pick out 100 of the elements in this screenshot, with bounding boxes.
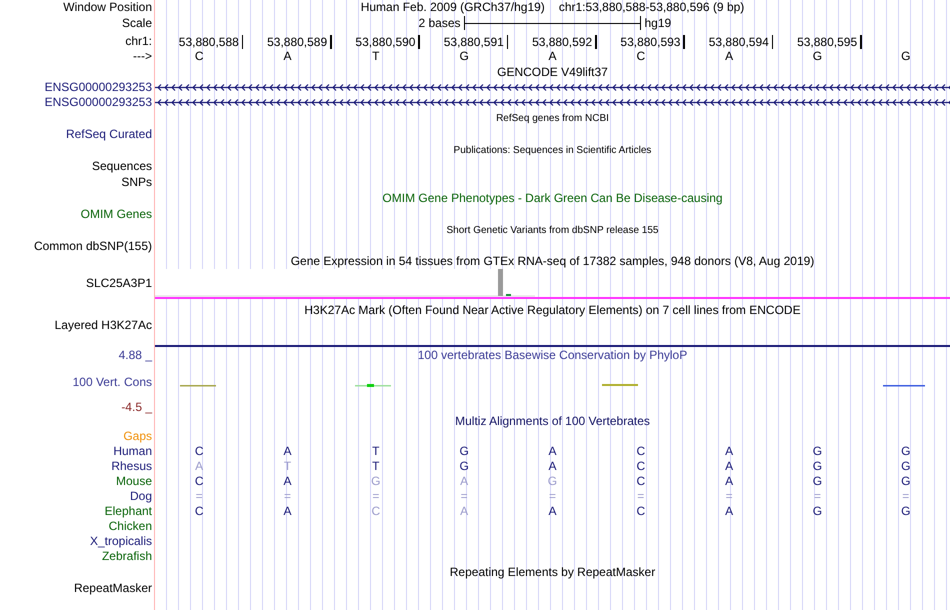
- ruler-tick: [242, 35, 244, 49]
- base-letter: =: [814, 489, 821, 504]
- base-letter: G: [812, 49, 822, 64]
- base-letter: A: [725, 474, 734, 489]
- base-letter: A: [283, 49, 292, 64]
- track-label[interactable]: RefSeq Curated: [66, 126, 152, 142]
- track-title: RefSeq genes from NCBI: [496, 112, 609, 124]
- base-letter: A: [548, 49, 556, 64]
- base-letter: G: [901, 474, 910, 489]
- track-label[interactable]: Human: [113, 444, 152, 459]
- track-label[interactable]: SLC25A3P1: [86, 276, 152, 290]
- base-letter: A: [725, 459, 734, 474]
- track-title: Short Genetic Variants from dbSNP release 155: [446, 224, 658, 236]
- track-label[interactable]: Layered H3K27Ac: [54, 318, 152, 333]
- base-letter: A: [725, 444, 734, 459]
- ruler-tick: [772, 35, 774, 49]
- ruler-tick: [506, 35, 508, 49]
- base-letter: T: [372, 459, 380, 474]
- row-label: Window Position: [63, 0, 152, 15]
- ruler-position: 53,880,595: [797, 36, 858, 49]
- base-letter: C: [371, 504, 380, 519]
- base-letter: A: [283, 444, 292, 459]
- track-label[interactable]: SNPs: [121, 174, 152, 190]
- ruler-position: 53,880,589: [267, 36, 328, 49]
- base-letter: G: [901, 49, 910, 64]
- base-letter: G: [459, 444, 469, 459]
- base-letter: A: [283, 504, 292, 519]
- track-label[interactable]: Elephant: [104, 504, 152, 519]
- base-letter: =: [726, 489, 733, 504]
- base-letter: C: [636, 444, 646, 459]
- base-letter: A: [460, 474, 468, 489]
- assembly-name: Human Feb. 2009 (GRCh37/hg19): [360, 0, 545, 15]
- base-letter: =: [637, 489, 644, 504]
- track-label[interactable]: ENSG00000293253: [44, 95, 152, 110]
- track-title: H3K27Ac Mark (Often Found Near Active Regulatory Elements) on 7 cell lines from ENCODE: [304, 303, 801, 318]
- base-letter: =: [196, 489, 203, 504]
- track-title: OMIM Gene Phenotypes - Dark Green Can Be Disease-causing: [382, 190, 723, 206]
- base-letter: A: [725, 49, 734, 64]
- base-letter: T: [372, 49, 380, 64]
- base-letter: G: [812, 459, 822, 474]
- base-letter: A: [548, 459, 556, 474]
- base-letter: G: [901, 444, 910, 459]
- base-letter: C: [636, 49, 646, 64]
- row-label: chr1:: [125, 34, 152, 49]
- track-label[interactable]: Common dbSNP(155): [34, 238, 152, 254]
- ruler-tick: [595, 35, 597, 49]
- base-letter: G: [548, 474, 558, 489]
- ruler-tick: [330, 35, 332, 49]
- ruler-position: 53,880,591: [444, 36, 504, 49]
- base-letter: G: [901, 459, 910, 474]
- base-letter: =: [460, 489, 468, 504]
- track-label[interactable]: RepeatMasker: [74, 580, 152, 596]
- base-letter: A: [283, 474, 292, 489]
- base-letter: C: [194, 49, 204, 64]
- base-letter: A: [548, 504, 556, 519]
- track-title: GENCODE V49lift37: [497, 64, 608, 80]
- ruler-position: 53,880,592: [532, 36, 592, 49]
- base-letter: A: [725, 504, 734, 519]
- track-label[interactable]: ENSG00000293253: [44, 80, 152, 95]
- track-label[interactable]: X_tropicalis: [90, 534, 152, 549]
- base-letter: G: [812, 444, 822, 459]
- base-letter: A: [548, 444, 556, 459]
- base-letter: G: [459, 49, 469, 64]
- track-label[interactable]: OMIM Genes: [80, 206, 152, 222]
- track-label[interactable]: Rhesus: [111, 459, 152, 474]
- base-letter: C: [194, 444, 204, 459]
- track-label[interactable]: Zebrafish: [102, 549, 152, 564]
- track-label[interactable]: -4.5 _: [121, 400, 152, 415]
- ruler-position: 53,880,590: [355, 36, 416, 49]
- base-letter: T: [372, 444, 380, 459]
- base-letter: G: [812, 474, 822, 489]
- track-title: Repeating Elements by RepeatMasker: [450, 564, 656, 580]
- base-letter: A: [195, 459, 204, 474]
- track-label[interactable]: 100 Vert. Cons: [72, 375, 152, 390]
- ruler-tick: [418, 35, 420, 49]
- track-label[interactable]: 4.88 _: [118, 348, 152, 363]
- base-letter: A: [460, 504, 468, 519]
- track-label[interactable]: Sequences: [92, 158, 152, 174]
- ruler-position: 53,880,588: [178, 36, 239, 49]
- base-letter: =: [548, 489, 556, 504]
- base-letter: G: [371, 474, 380, 489]
- base-letter: G: [812, 504, 822, 519]
- ruler-tick: [683, 35, 685, 49]
- base-letter: C: [194, 474, 204, 489]
- strand-label: --->: [133, 49, 152, 64]
- base-letter: =: [902, 489, 910, 504]
- base-letter: G: [901, 504, 910, 519]
- base-letter: =: [284, 489, 291, 504]
- track-label[interactable]: Dog: [130, 489, 152, 504]
- ruler-tick: [860, 35, 862, 49]
- track-title: Publications: Sequences in Scientific Articles: [454, 144, 652, 156]
- track-title: Gene Expression in 54 tissues from GTEx RNA-seq of 17382 samples, 948 donors (V8, Aug 2019): [290, 254, 814, 269]
- track-label[interactable]: Mouse: [116, 474, 152, 489]
- base-letter: T: [284, 459, 292, 474]
- ruler-position: 53,880,594: [708, 36, 769, 49]
- base-letter: C: [636, 459, 646, 474]
- track-label[interactable]: Chicken: [108, 519, 152, 534]
- track-title: Multiz Alignments of 100 Vertebrates: [455, 414, 650, 429]
- position-range: chr1:53,880,588-53,880,596 (9 bp): [558, 0, 744, 15]
- row-label: Scale: [122, 16, 152, 30]
